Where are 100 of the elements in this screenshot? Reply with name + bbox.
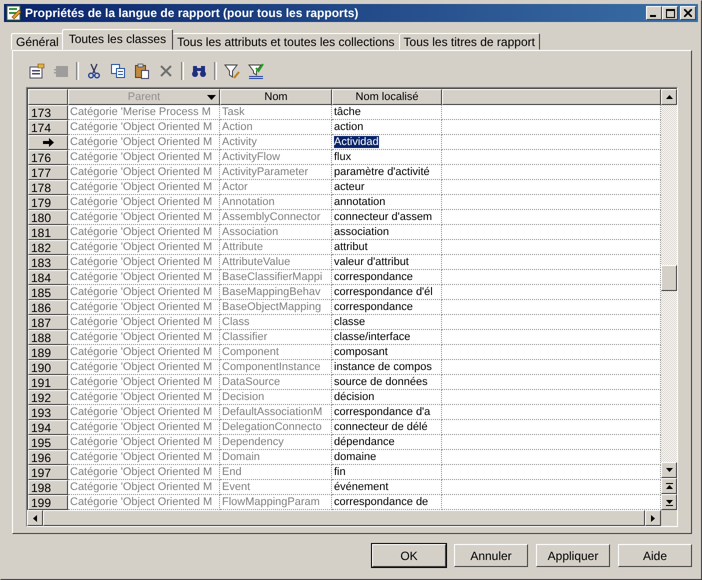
row-header[interactable]: 181 — [28, 225, 68, 240]
row-header[interactable]: 190 — [28, 360, 68, 375]
dialog-button[interactable]: Appliquer — [536, 544, 610, 567]
row-header[interactable] — [28, 135, 68, 150]
table-cell: End — [220, 465, 332, 480]
table-cell: domaine — [332, 450, 442, 465]
table-cell: Catégorie 'Object Oriented M — [68, 480, 220, 495]
table-cell: classe — [332, 315, 442, 330]
table-cell: association — [332, 225, 442, 240]
close-button[interactable] — [680, 6, 696, 20]
table-cell: Catégorie 'Object Oriented M — [68, 120, 220, 135]
arrow-icon — [43, 138, 54, 147]
table-cell: Catégorie 'Object Oriented M — [68, 240, 220, 255]
scroll-bottom-button[interactable] — [661, 494, 677, 510]
table-cell: Catégorie 'Object Oriented M — [68, 420, 220, 435]
table-cell: connecteur de délé — [332, 420, 442, 435]
vertical-scrollbar[interactable] — [661, 88, 677, 510]
table-cell: Catégorie 'Object Oriented M — [68, 255, 220, 270]
table-cell: acteur — [332, 180, 442, 195]
table-cell: dépendance — [332, 435, 442, 450]
table-cell: Catégorie 'Object Oriented M — [68, 360, 220, 375]
scroll-left-button[interactable] — [27, 510, 43, 526]
table-cell: Annotation — [220, 195, 332, 210]
up-arrow-icon — [666, 95, 672, 99]
table-cell: Catégorie 'Object Oriented M — [68, 390, 220, 405]
table-cell: BaseMappingBehav — [220, 285, 332, 300]
dialog-button[interactable]: OK — [372, 544, 446, 567]
table-cell: Catégorie 'Object Oriented M — [68, 165, 220, 180]
down-arrow-icon — [666, 468, 672, 472]
app-icon — [6, 5, 22, 21]
selected-text: Actividad — [334, 136, 379, 148]
close-icon — [684, 9, 692, 17]
scissors-icon — [86, 63, 102, 79]
table-cell: DataSource — [220, 375, 332, 390]
table-cell: AssemblyConnector — [220, 210, 332, 225]
row-header[interactable]: 192 — [28, 390, 68, 405]
row-header[interactable]: 195 — [28, 435, 68, 450]
table-cell: Attribute — [220, 240, 332, 255]
table-cell: Catégorie 'Object Oriented M — [68, 405, 220, 420]
row-header[interactable]: 179 — [28, 195, 68, 210]
table-cell: Domain — [220, 450, 332, 465]
scroll-down-button[interactable] — [661, 462, 677, 478]
row-header[interactable]: 182 — [28, 240, 68, 255]
table-cell: ComponentInstance — [220, 360, 332, 375]
table-cell: classe/interface — [332, 330, 442, 345]
minimize-button[interactable] — [646, 6, 662, 20]
row-header[interactable]: 183 — [28, 255, 68, 270]
row-header[interactable]: 189 — [28, 345, 68, 360]
tab[interactable]: Général — [11, 33, 64, 50]
row-header[interactable]: 180 — [28, 210, 68, 225]
row-header[interactable]: 198 — [28, 480, 68, 495]
maximize-button[interactable] — [662, 6, 678, 20]
table-cell: Catégorie 'Object Oriented M — [68, 210, 220, 225]
funnel-icon — [224, 63, 240, 79]
table-cell: ActivityFlow — [220, 150, 332, 165]
clipboard-icon — [134, 63, 150, 79]
maximize-icon — [666, 8, 674, 18]
dialog-button[interactable]: Annuler — [454, 544, 528, 567]
row-header[interactable]: 178 — [28, 180, 68, 195]
table-cell: ActivityParameter — [220, 165, 332, 180]
table-cell: événement — [332, 480, 442, 495]
row-header[interactable]: 191 — [28, 375, 68, 390]
row-header[interactable]: 199 — [28, 495, 68, 510]
scroll-thumb[interactable] — [661, 265, 677, 291]
row-header[interactable]: 188 — [28, 330, 68, 345]
row-header[interactable]: 174 — [28, 120, 68, 135]
row-header[interactable]: 173 — [28, 105, 68, 120]
scroll-top-button[interactable] — [661, 478, 677, 494]
copy-icon — [110, 63, 126, 79]
table-cell: Catégorie 'Object Oriented M — [68, 225, 220, 240]
table-cell: fin — [332, 465, 442, 480]
row-header[interactable]: 184 — [28, 270, 68, 285]
row-header[interactable]: 185 — [28, 285, 68, 300]
cross-icon — [158, 63, 174, 79]
row-header[interactable]: 197 — [28, 465, 68, 480]
right-arrow-icon — [651, 514, 655, 522]
column-header[interactable]: Nom — [220, 89, 332, 105]
table-cell: Catégorie 'Object Oriented M — [68, 180, 220, 195]
row-header[interactable]: 176 — [28, 150, 68, 165]
row-header[interactable]: 193 — [28, 405, 68, 420]
dropdown-arrow-icon[interactable] — [207, 95, 216, 100]
table-cell: correspondance d'él — [332, 285, 442, 300]
row-header[interactable]: 186 — [28, 300, 68, 315]
table-cell: Catégorie 'Object Oriented M — [68, 150, 220, 165]
table-cell: annotation — [332, 195, 442, 210]
tab[interactable]: Tous les titres de rapport — [398, 33, 540, 50]
scroll-right-button[interactable] — [645, 510, 661, 526]
row-header[interactable]: 194 — [28, 420, 68, 435]
dialog-button[interactable]: Aide — [618, 544, 692, 567]
table-cell: DelegationConnecto — [220, 420, 332, 435]
properties-icon — [29, 63, 45, 79]
table-cell: Catégorie 'Merise Process M — [68, 105, 220, 120]
table-cell: décision — [332, 390, 442, 405]
row-header[interactable]: 177 — [28, 165, 68, 180]
column-header[interactable]: Nom localisé — [332, 89, 442, 105]
row-header[interactable]: 196 — [28, 450, 68, 465]
table-cell: Catégorie 'Object Oriented M — [68, 345, 220, 360]
row-header[interactable]: 187 — [28, 315, 68, 330]
tab[interactable]: Toutes les classes — [62, 29, 174, 50]
scroll-up-button[interactable] — [661, 89, 677, 105]
